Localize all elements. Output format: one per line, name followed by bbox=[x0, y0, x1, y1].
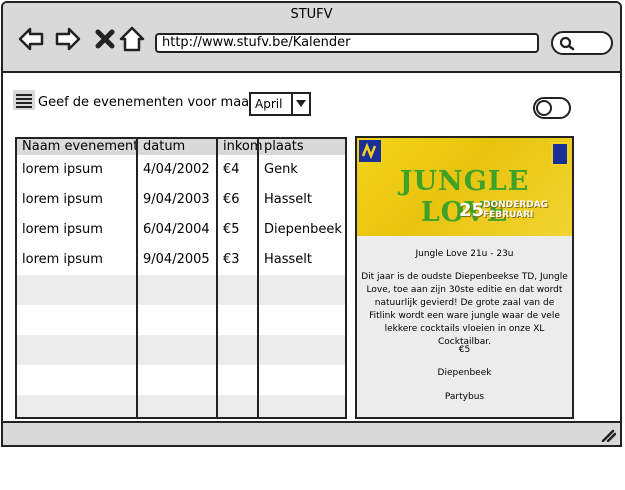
forward-icon bbox=[55, 27, 81, 51]
cell-location: Hasselt bbox=[264, 252, 312, 267]
cell-price: €4 bbox=[223, 162, 240, 177]
search-icon bbox=[559, 36, 575, 51]
cell-location: Genk bbox=[264, 162, 298, 177]
cell-date: 4/04/2002 bbox=[143, 162, 210, 177]
event-description: Dit jaar is de oudste Diepenbeekse TD, J… bbox=[361, 272, 568, 347]
empty-row bbox=[17, 275, 345, 305]
browser-window: STUFV http://www.stufv.be/Kalender Geef … bbox=[1, 1, 622, 447]
toggle-switch[interactable] bbox=[533, 97, 571, 119]
column-header-date[interactable]: datum bbox=[138, 139, 185, 155]
column-header-location[interactable]: plaats bbox=[259, 139, 304, 155]
emblem-logo bbox=[551, 142, 569, 166]
chevron-down-icon[interactable] bbox=[291, 94, 309, 114]
title-bar: STUFV http://www.stufv.be/Kalender bbox=[3, 3, 620, 73]
cell-price: €3 bbox=[223, 252, 240, 267]
table-row[interactable]: lorem ipsum 4/04/2002 €4 Genk bbox=[17, 155, 345, 185]
poster-day: DONDERDAG bbox=[483, 200, 549, 210]
back-button[interactable] bbox=[17, 25, 45, 53]
cell-price: €5 bbox=[223, 222, 240, 237]
column-header-name[interactable]: Naam evenement bbox=[17, 139, 138, 155]
poster-month: FEBRUARI bbox=[483, 210, 534, 220]
table-header: Naam evenement datum inkom plaats bbox=[17, 139, 345, 155]
column-divider bbox=[257, 139, 259, 417]
poster-day-month: DONDERDAG FEBRUARI bbox=[483, 200, 548, 220]
party-badge-logo bbox=[359, 140, 381, 162]
empty-row bbox=[17, 395, 345, 417]
cell-date: 9/04/2003 bbox=[143, 192, 210, 207]
cell-name: lorem ipsum bbox=[22, 162, 103, 177]
forward-button[interactable] bbox=[54, 25, 82, 53]
stop-button[interactable] bbox=[91, 25, 119, 53]
cell-location: Diepenbeek bbox=[264, 222, 342, 237]
table-row[interactable]: lorem ipsum 9/04/2005 €3 Hasselt bbox=[17, 245, 345, 275]
empty-row bbox=[17, 305, 345, 335]
event-price: €5 bbox=[458, 345, 471, 355]
back-icon bbox=[18, 27, 44, 51]
search-input[interactable] bbox=[551, 31, 613, 55]
poster-date-number: 25 bbox=[459, 200, 485, 221]
cell-name: lorem ipsum bbox=[22, 192, 103, 207]
table-row[interactable]: lorem ipsum 6/04/2004 €5 Diepenbeek bbox=[17, 215, 345, 245]
status-bar bbox=[1, 421, 622, 447]
month-filter-label: Geef de evenementen voor maand: bbox=[38, 94, 271, 110]
event-headline: Jungle Love 21u - 23u bbox=[415, 249, 514, 259]
cell-name: lorem ipsum bbox=[22, 222, 103, 237]
menu-icon[interactable] bbox=[13, 90, 35, 114]
window-title: STUFV bbox=[290, 7, 333, 22]
column-header-price[interactable]: inkom bbox=[218, 139, 263, 155]
address-bar[interactable]: http://www.stufv.be/Kalender bbox=[155, 33, 539, 53]
column-divider bbox=[136, 139, 138, 417]
cell-name: lorem ipsum bbox=[22, 252, 103, 267]
close-icon bbox=[95, 29, 115, 49]
home-icon bbox=[119, 26, 145, 52]
month-select-value: April bbox=[255, 97, 283, 111]
event-detail-panel: JUNGLE LOVE 25 DONDERDAG FEBRUARI Jungle… bbox=[355, 136, 574, 419]
empty-row bbox=[17, 365, 345, 395]
event-organizer: Partybus bbox=[444, 392, 485, 402]
month-select[interactable]: April bbox=[249, 92, 311, 116]
toggle-knob bbox=[536, 100, 552, 116]
empty-row bbox=[17, 335, 345, 365]
cell-price: €6 bbox=[223, 192, 240, 207]
resize-grip-icon[interactable] bbox=[600, 428, 616, 442]
events-table: Naam evenement datum inkom plaats lorem … bbox=[15, 137, 347, 419]
column-divider bbox=[216, 139, 218, 417]
cell-date: 9/04/2005 bbox=[143, 252, 210, 267]
cell-location: Hasselt bbox=[264, 192, 312, 207]
home-button[interactable] bbox=[118, 25, 146, 53]
event-location: Diepenbeek bbox=[437, 368, 492, 378]
table-row[interactable]: lorem ipsum 9/04/2003 €6 Hasselt bbox=[17, 185, 345, 215]
filter-bar: Geef de evenementen voor maand: bbox=[13, 89, 274, 115]
event-poster: JUNGLE LOVE 25 DONDERDAG FEBRUARI bbox=[357, 138, 572, 236]
cell-date: 6/04/2004 bbox=[143, 222, 210, 237]
